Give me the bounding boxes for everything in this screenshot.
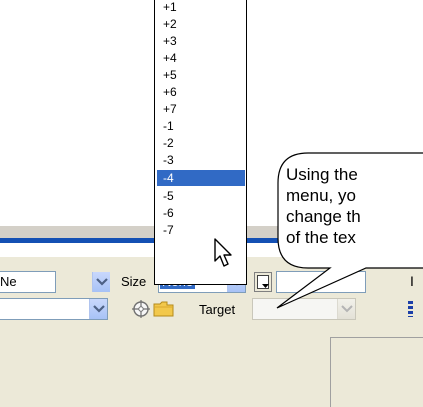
callout-line: Using the [286, 165, 358, 184]
list-icon[interactable] [408, 301, 413, 317]
size-option[interactable]: -1 [157, 119, 245, 133]
chevron-down-icon [93, 305, 105, 313]
text-color-button[interactable] [254, 272, 272, 292]
italic-button[interactable]: I [410, 273, 414, 289]
target-combo-dropdown-button[interactable] [337, 299, 355, 319]
callout-line: menu, yo [286, 186, 356, 205]
mouse-pointer-icon [214, 238, 232, 267]
size-option[interactable]: +2 [157, 17, 245, 31]
point-to-file-icon[interactable] [131, 299, 151, 319]
callout-line: change th [286, 207, 361, 226]
size-option[interactable]: -7 [157, 223, 245, 237]
size-option[interactable]: +6 [157, 85, 245, 99]
size-option[interactable]: +7 [157, 102, 245, 116]
font-combo-dropdown-button[interactable] [92, 272, 110, 292]
font-combo[interactable]: Ne [0, 271, 56, 293]
font-combo-value: Ne [0, 274, 17, 289]
size-option[interactable]: +3 [157, 34, 245, 48]
inspector-lower-panel [330, 337, 423, 407]
target-combo[interactable] [252, 298, 356, 320]
size-label: Size [121, 274, 147, 289]
size-option-selected[interactable]: -4 [157, 170, 245, 186]
size-option[interactable]: -2 [157, 136, 245, 150]
target-label: Target [199, 302, 236, 317]
chevron-down-icon [341, 305, 353, 313]
small-chevron-down-icon [262, 284, 269, 288]
folder-icon[interactable] [153, 300, 175, 318]
size-option[interactable]: -6 [157, 206, 245, 220]
format-combo-dropdown-button[interactable] [89, 299, 107, 319]
size-option[interactable]: +1 [157, 0, 245, 14]
size-option[interactable]: +4 [157, 51, 245, 65]
text-color-field[interactable] [276, 271, 366, 293]
format-combo[interactable] [0, 298, 108, 320]
size-option[interactable]: -3 [157, 153, 245, 167]
callout-line: of the tex [286, 228, 356, 247]
chevron-down-icon [96, 278, 108, 286]
size-option[interactable]: +5 [157, 68, 245, 82]
size-option[interactable]: -5 [157, 189, 245, 203]
